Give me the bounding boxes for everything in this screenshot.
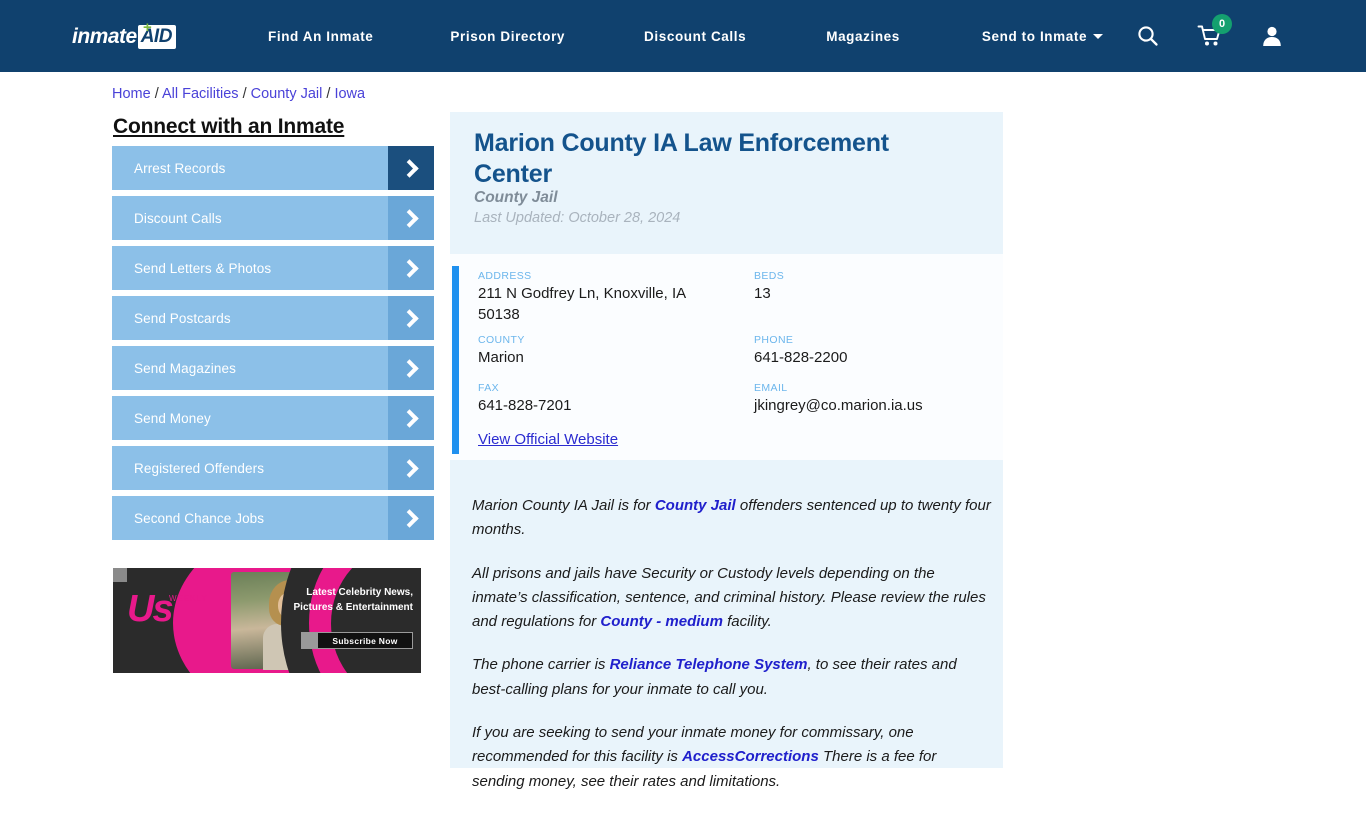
ad-decoration (331, 568, 421, 673)
phone-carrier-link[interactable]: Reliance Telephone System (610, 656, 808, 673)
ad-cta-shade (301, 632, 317, 649)
view-official-website-link[interactable]: View Official Website (478, 431, 618, 448)
facility-field-address: ADDRESS 211 N Godfrey Ln, Knoxville, IA … (478, 270, 728, 325)
facility-description: Marion County IA Jail is for County Jail… (472, 494, 992, 813)
facility-field-fax: FAX 641-828-7201 (478, 382, 728, 417)
chevron-right-icon (388, 196, 434, 240)
user-icon[interactable] (1259, 23, 1285, 49)
description-paragraph-3: The phone carrier is Reliance Telephone … (472, 653, 992, 702)
page-title: Marion County IA Law Enforcement Center (474, 129, 889, 188)
sidebar-item-second-chance-jobs[interactable]: Second Chance Jobs (112, 496, 434, 540)
breadcrumb-separator: / (242, 86, 247, 102)
logo-plus-icon: + (143, 19, 152, 36)
facility-type-label: County Jail (474, 189, 558, 206)
sidebar-item-send-postcards[interactable]: Send Postcards (112, 296, 434, 340)
ad-corner-marker (113, 568, 127, 582)
county-medium-link[interactable]: County - medium (600, 613, 723, 630)
sidebar-item-label: Send Postcards (134, 310, 231, 326)
description-paragraph-2: All prisons and jails have Security or C… (472, 562, 992, 635)
field-label: PHONE (754, 334, 794, 346)
sidebar-item-send-letters-photos[interactable]: Send Letters & Photos (112, 246, 434, 290)
nav-item-send-to-inmate-label: Send to Inmate (981, 28, 1088, 44)
county-jail-link[interactable]: County Jail (655, 497, 736, 514)
paragraph-text: The phone carrier is (472, 656, 610, 674)
nav-item-send-to-inmate[interactable]: Send to Inmate (981, 28, 1104, 44)
description-paragraph-1: Marion County IA Jail is for County Jail… (472, 494, 992, 543)
field-value: 641-828-7201 (478, 397, 572, 414)
sidebar-menu: Arrest Records Discount Calls Send Lette… (112, 146, 434, 546)
sidebar-item-label: Discount Calls (134, 210, 222, 226)
description-paragraph-4: If you are seeking to send your inmate m… (472, 721, 992, 794)
chevron-right-icon (388, 346, 434, 390)
facility-info-block: ADDRESS 211 N Godfrey Ln, Knoxville, IA … (450, 254, 1003, 460)
facility-field-county: COUNTY Marion (478, 334, 728, 369)
sidebar-item-send-money[interactable]: Send Money (112, 396, 434, 440)
field-value: 641-828-2200 (754, 349, 848, 366)
chevron-down-icon (1093, 33, 1104, 39)
ad-brand-logo: Us (127, 588, 174, 630)
ad-headline: Latest Celebrity News, Pictures & Entert… (293, 587, 413, 613)
facility-field-beds: BEDS 13 (754, 270, 984, 305)
breadcrumb-separator: / (326, 86, 331, 102)
nav-item-find-an-inmate[interactable]: Find An Inmate (268, 29, 373, 44)
sidebar-item-registered-offenders[interactable]: Registered Offenders (112, 446, 434, 490)
breadcrumb-item-all-facilities[interactable]: All Facilities (162, 86, 239, 102)
breadcrumb-item-iowa[interactable]: Iowa (334, 86, 365, 102)
paragraph-text: facility. (722, 613, 772, 631)
field-label: EMAIL (754, 382, 788, 394)
sidebar-item-label: Second Chance Jobs (134, 510, 265, 526)
sidebar-heading: Connect with an Inmate (113, 115, 345, 138)
site-logo[interactable]: inmate AID + (72, 20, 176, 50)
ad-subscribe-button[interactable]: Subscribe Now (317, 632, 413, 649)
chevron-right-icon (388, 446, 434, 490)
chevron-right-icon (388, 296, 434, 340)
chevron-right-icon (388, 396, 434, 440)
advertisement-banner[interactable]: Us WEEKLY Latest Celebrity News, Picture… (113, 568, 421, 673)
facility-content-panel: Marion County IA Law Enforcement Center … (450, 112, 1003, 790)
sidebar-item-label: Registered Offenders (134, 460, 265, 476)
field-value: 13 (754, 285, 771, 302)
nav-item-magazines[interactable]: Magazines (826, 29, 900, 44)
official-website-link-wrap: View Official Website (478, 431, 778, 449)
breadcrumb-item-county-jail[interactable]: County Jail (251, 86, 323, 102)
facility-field-phone: PHONE 641-828-2200 (754, 334, 984, 369)
field-value: Marion (478, 349, 524, 366)
field-label: FAX (478, 382, 500, 394)
sidebar-item-label: Send Money (134, 410, 211, 426)
field-value: jkingrey@co.marion.ia.us (754, 397, 923, 414)
top-navigation-bar: inmate AID + Find An Inmate Prison Direc… (0, 0, 1366, 72)
nav-item-discount-calls[interactable]: Discount Calls (644, 29, 746, 44)
field-label: ADDRESS (478, 270, 532, 282)
ad-brand-sublabel: WEEKLY (169, 594, 208, 603)
sidebar-item-arrest-records[interactable]: Arrest Records (112, 146, 434, 190)
info-accent-bar (452, 266, 459, 454)
nav-item-prison-directory[interactable]: Prison Directory (450, 29, 565, 44)
primary-nav: Find An Inmate Prison Directory Discount… (268, 0, 1104, 72)
breadcrumb-item-home[interactable]: Home (112, 86, 151, 102)
logo-wordmark: inmate (72, 25, 137, 48)
sidebar-item-label: Send Letters & Photos (134, 260, 272, 276)
chevron-right-icon (388, 146, 434, 190)
sidebar-item-discount-calls[interactable]: Discount Calls (112, 196, 434, 240)
search-icon[interactable] (1135, 23, 1161, 49)
paragraph-text: Marion County IA Jail is for (472, 497, 655, 514)
sidebar-item-label: Send Magazines (134, 360, 236, 376)
field-label: BEDS (754, 270, 785, 282)
sidebar-item-label: Arrest Records (134, 160, 226, 176)
field-label: COUNTY (478, 334, 525, 346)
breadcrumb-separator: / (154, 86, 159, 102)
chevron-right-icon (388, 496, 434, 540)
cart-icon[interactable]: 0 (1197, 14, 1232, 49)
field-value: 211 N Godfrey Ln, Knoxville, IA 50138 (478, 285, 686, 323)
access-corrections-link[interactable]: AccessCorrections (682, 748, 819, 765)
sidebar-item-send-magazines[interactable]: Send Magazines (112, 346, 434, 390)
breadcrumb: Home / All Facilities / County Jail / Io… (112, 86, 365, 102)
facility-field-email: EMAIL jkingrey@co.marion.ia.us (754, 382, 994, 417)
cart-count-badge: 0 (1212, 14, 1232, 34)
last-updated-text: Last Updated: October 28, 2024 (474, 210, 681, 226)
chevron-right-icon (388, 246, 434, 290)
